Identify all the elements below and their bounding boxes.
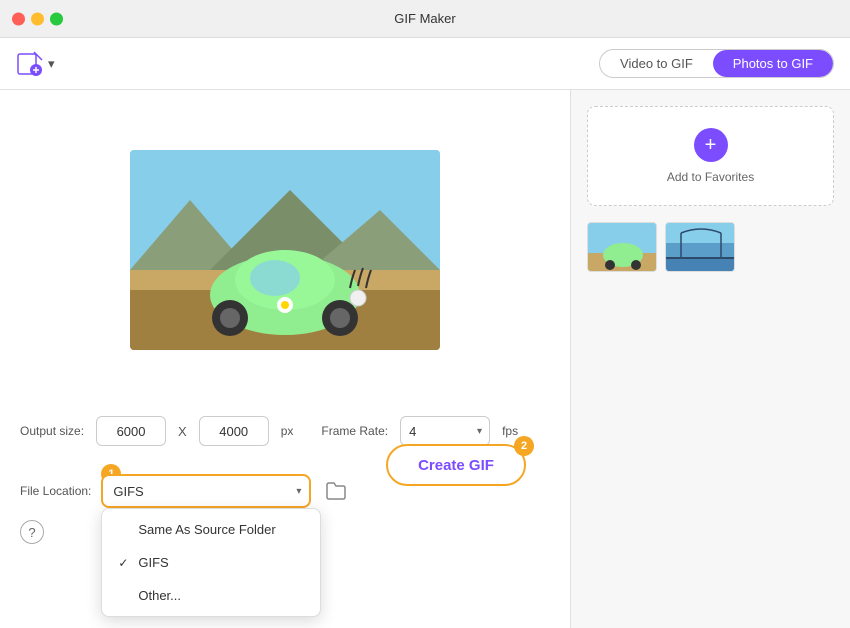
title-bar: GIF Maker (0, 0, 850, 38)
output-size-label: Output size: (20, 424, 84, 438)
plus-icon: + (694, 128, 728, 162)
file-location-select[interactable]: Same As Source Folder GIFS Other... (101, 474, 311, 508)
close-button[interactable] (12, 12, 25, 25)
height-input[interactable] (199, 416, 269, 446)
file-location-select-container: 1 Same As Source Folder GIFS Other... Sa… (101, 474, 311, 508)
checkmark-gifs: ✓ (118, 556, 132, 570)
folder-icon (326, 482, 346, 500)
import-arrow: ▾ (48, 56, 55, 72)
maximize-button[interactable] (50, 12, 63, 25)
app-title: GIF Maker (394, 11, 455, 26)
car-scene-svg (130, 150, 440, 350)
add-favorites-box[interactable]: + Add to Favorites (587, 106, 834, 206)
folder-browse-button[interactable] (321, 476, 351, 506)
file-location-label: File Location: (20, 484, 91, 498)
import-button[interactable]: ▾ (16, 50, 55, 78)
thumb-1-svg (588, 223, 657, 272)
dropdown-label-other: Other... (138, 588, 181, 603)
main-content: Output size: X px Frame Rate: 4 8 12 24 … (0, 90, 850, 628)
dropdown-item-same-as-source[interactable]: Same As Source Folder (102, 513, 320, 546)
minimize-button[interactable] (31, 12, 44, 25)
file-location-select-wrapper: Same As Source Folder GIFS Other... (101, 474, 311, 508)
dropdown-label-gifs: GIFS (138, 555, 168, 570)
dropdown-item-gifs[interactable]: ✓ GIFS (102, 546, 320, 579)
frame-rate-label: Frame Rate: (321, 424, 388, 438)
help-button[interactable]: ? (20, 520, 44, 544)
thumbnail-2[interactable] (665, 222, 735, 272)
fps-label: fps (502, 424, 518, 438)
tab-group: Video to GIF Photos to GIF (599, 49, 834, 78)
right-panel: + Add to Favorites (570, 90, 850, 628)
tab-video-to-gif[interactable]: Video to GIF (600, 50, 713, 77)
file-location-dropdown: Same As Source Folder ✓ GIFS Other... (101, 508, 321, 617)
tab-photos-to-gif[interactable]: Photos to GIF (713, 50, 833, 77)
add-favorites-label: Add to Favorites (667, 170, 754, 184)
toolbar: ▾ Video to GIF Photos to GIF (0, 38, 850, 90)
frame-rate-select[interactable]: 4 8 12 24 (400, 416, 490, 446)
x-separator: X (178, 424, 187, 439)
create-gif-label: Create GIF (418, 457, 494, 474)
traffic-lights (12, 12, 63, 25)
thumbnail-1[interactable] (587, 222, 657, 272)
dropdown-label-same: Same As Source Folder (138, 522, 275, 537)
frame-rate-wrapper: 4 8 12 24 (400, 416, 490, 446)
main-preview-image (130, 150, 440, 350)
px-label: px (281, 424, 294, 438)
width-input[interactable] (96, 416, 166, 446)
import-icon (16, 50, 44, 78)
image-preview-area (20, 110, 550, 390)
left-panel: Output size: X px Frame Rate: 4 8 12 24 … (0, 90, 570, 628)
dropdown-item-other[interactable]: Other... (102, 579, 320, 612)
create-gif-button[interactable]: Create GIF 2 (386, 444, 526, 486)
thumbnails-row (587, 222, 834, 272)
thumb-2-svg (666, 223, 735, 272)
badge-2: 2 (514, 436, 534, 456)
